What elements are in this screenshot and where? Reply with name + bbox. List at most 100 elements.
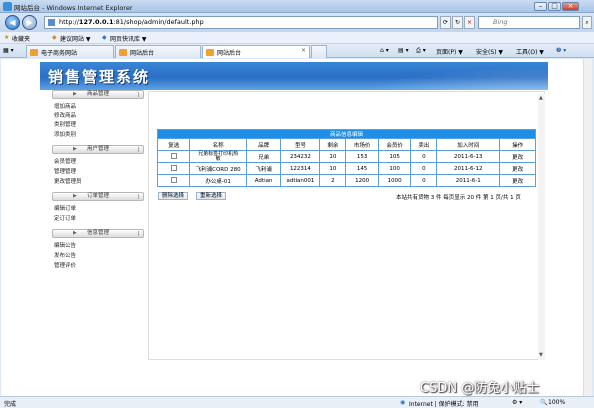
menu-item-members[interactable]: 会员管理 <box>54 157 76 165</box>
menu-header-users[interactable]: ▶ 用户管理 <box>52 145 144 154</box>
menu-item-set-order[interactable]: 定订订单 <box>54 214 76 222</box>
menu-item-admins[interactable]: 管理管理 <box>54 167 76 175</box>
menu-item-edit-notice[interactable]: 编辑公告 <box>54 241 76 249</box>
web-slice-link[interactable]: 网页快讯库 ▼ <box>110 34 147 43</box>
table-caption: 商品信息编辑 <box>157 129 536 139</box>
scroll-up-icon[interactable]: ▲ <box>539 95 543 101</box>
menu-item-edit-product[interactable]: 修改商品 <box>54 111 76 119</box>
edit-link[interactable]: 更改 <box>499 162 536 175</box>
app-banner: 销售管理系统 <box>40 62 548 90</box>
cell-brand: Adtian <box>245 174 282 187</box>
menu-item-add-product[interactable]: 增加商品 <box>54 102 76 110</box>
menu-header-label: 信息管理 <box>86 230 109 236</box>
edit-link[interactable]: 更改 <box>499 174 536 187</box>
quick-tabs-icon[interactable]: ▦ ▾ <box>3 47 14 54</box>
favorites-star-icon[interactable]: ★ <box>4 34 9 41</box>
new-tab-button[interactable] <box>311 45 327 58</box>
menu-item-category-manage[interactable]: 类别管理 <box>54 120 76 128</box>
globe-icon: ◉ <box>400 399 406 406</box>
home-icon[interactable]: ⌂ ▾ <box>380 47 389 54</box>
tab-icon <box>119 49 127 56</box>
col-header: 复选 <box>156 138 191 151</box>
tab-admin-2[interactable]: 网站后台 × <box>202 45 310 58</box>
status-bar: 完成 ◉ Internet | 保护模式: 禁用 ⚙ ▾ 🔍 100% <box>0 396 594 408</box>
favorites-label[interactable]: 收藏夹 <box>12 34 30 43</box>
cell-sold: 0 <box>410 150 438 163</box>
url-prefix: http:// <box>59 18 79 26</box>
forward-button[interactable]: ▶ <box>22 15 37 30</box>
page-menu[interactable]: 页面(P) ▼ <box>436 47 463 56</box>
edit-link[interactable]: 更改 <box>499 150 536 163</box>
menu-item-edit-order[interactable]: 编辑订单 <box>54 204 76 212</box>
tab-close-icon[interactable]: × <box>301 47 306 54</box>
content-scrollbar[interactable]: ▲ ▼ <box>538 94 545 360</box>
close-window-button[interactable]: × <box>562 2 579 11</box>
banner-decoration <box>328 62 548 90</box>
col-header: 品牌 <box>245 138 282 151</box>
compat-view-icon[interactable]: ⟳ <box>440 16 451 29</box>
reset-selection-button[interactable]: 重新选择 <box>196 192 227 200</box>
menu-header-label: 用户管理 <box>86 146 109 152</box>
cell-date: 2011-6-1 <box>436 174 501 187</box>
address-input[interactable]: http://127.0.0.1:81/shop/admin/default.p… <box>44 16 438 29</box>
pagination-info: 本站共有货物 3 件 每页显示 20 件 第 1 页/共 1 页 <box>396 195 521 201</box>
row-checkbox[interactable] <box>170 177 177 184</box>
menu-header-products[interactable]: ▶ 商品管理 <box>52 90 144 99</box>
col-header: 型号 <box>280 138 321 151</box>
protected-mode-icon[interactable]: ⚙ ▾ <box>512 399 522 406</box>
menu-header-orders[interactable]: ▶ 订单管理 <box>52 192 144 201</box>
tab-icon <box>206 49 214 56</box>
status-text: 完成 <box>4 401 17 408</box>
col-header: 名称 <box>189 138 247 151</box>
cell-name: 办公桌-01 <box>189 174 247 187</box>
zoom-level[interactable]: 100% <box>548 399 565 406</box>
delete-selected-button[interactable]: 删除选择 <box>158 192 189 200</box>
zoom-icon: 🔍 <box>540 399 548 406</box>
cell-model: 234232 <box>280 150 321 163</box>
menu-header-info[interactable]: ▶ 信息管理 <box>52 229 144 238</box>
row-checkbox[interactable] <box>170 165 177 172</box>
search-placeholder: Bing <box>493 18 508 26</box>
favorites-bar: ★ 收藏夹 ◆ 建议网站 ▼ ◆ 网页快讯库 ▼ <box>0 32 594 44</box>
scroll-down-icon[interactable]: ▼ <box>539 352 543 358</box>
cell-date: 2011-6-12 <box>436 162 501 175</box>
tab-label: 网站后台 <box>130 50 155 57</box>
col-header: 卖出 <box>410 138 438 151</box>
menu-header-label: 订单管理 <box>86 193 109 199</box>
cell-market-price: 153 <box>345 150 379 163</box>
stop-icon[interactable]: × <box>464 16 475 29</box>
tab-bar: ▦ ▾ 电子商务网站 网站后台 网站后台 × ⌂ ▾ ▤ ▾ ⎙ ▾ 页面(P)… <box>0 44 594 58</box>
cell-model: adtian001 <box>280 174 321 187</box>
row-checkbox[interactable] <box>170 153 177 160</box>
tab-admin-1[interactable]: 网站后台 <box>115 45 201 58</box>
table-row: 办公桌-01 Adtian adtian001 2 1200 1000 0 20… <box>156 174 536 187</box>
app-title: 销售管理系统 <box>48 68 151 86</box>
maximize-button[interactable]: □ <box>548 2 561 11</box>
window-title: 网站后台 - Windows Internet Explorer <box>14 4 133 12</box>
page-scrollbar[interactable] <box>583 59 592 396</box>
tools-menu[interactable]: 工具(O) ▼ <box>516 47 544 56</box>
back-button[interactable]: ◀ <box>5 15 20 30</box>
table-header-row: 复选 名称 品牌 型号 剩余 市场价 会员价 卖出 加入时间 操作 <box>156 138 536 151</box>
menu-item-manage-reviews[interactable]: 管理评价 <box>54 261 76 269</box>
ie-logo-icon <box>3 2 12 11</box>
tab-ecommerce[interactable]: 电子商务网站 <box>26 45 114 58</box>
web-slice-icon: ◆ <box>102 34 107 41</box>
page-icon <box>48 19 55 26</box>
print-icon[interactable]: ⎙ ▾ <box>416 47 426 55</box>
refresh-icon[interactable]: ↻ <box>452 16 463 29</box>
safety-menu[interactable]: 安全(S) ▼ <box>476 47 503 56</box>
menu-item-change-admin[interactable]: 更改管理员 <box>54 177 82 185</box>
left-menu: ▶ 商品管理 增加商品 修改商品 类别管理 添加类别 ▶ 用户管理 会员管理 管理管… <box>40 90 148 390</box>
cell-brand: 飞利浦 <box>245 162 282 175</box>
command-bar: ⌂ ▾ ▤ ▾ ⎙ ▾ 页面(P) ▼ 安全(S) ▼ 工具(O) ▼ ❷ ▾ <box>380 44 594 58</box>
suggested-sites-link[interactable]: 建议网站 ▼ <box>60 34 91 43</box>
search-input[interactable]: Bing <box>478 16 580 29</box>
feeds-icon[interactable]: ▤ ▾ <box>398 47 409 54</box>
menu-item-publish-notice[interactable]: 发布公告 <box>54 251 76 259</box>
minimize-button[interactable]: – <box>534 2 547 11</box>
help-icon[interactable]: ❷ ▾ <box>556 47 566 54</box>
menu-item-add-category[interactable]: 添加类别 <box>54 130 76 138</box>
search-icon[interactable]: ⌕ <box>582 16 592 29</box>
cell-market-price: 145 <box>345 162 379 175</box>
